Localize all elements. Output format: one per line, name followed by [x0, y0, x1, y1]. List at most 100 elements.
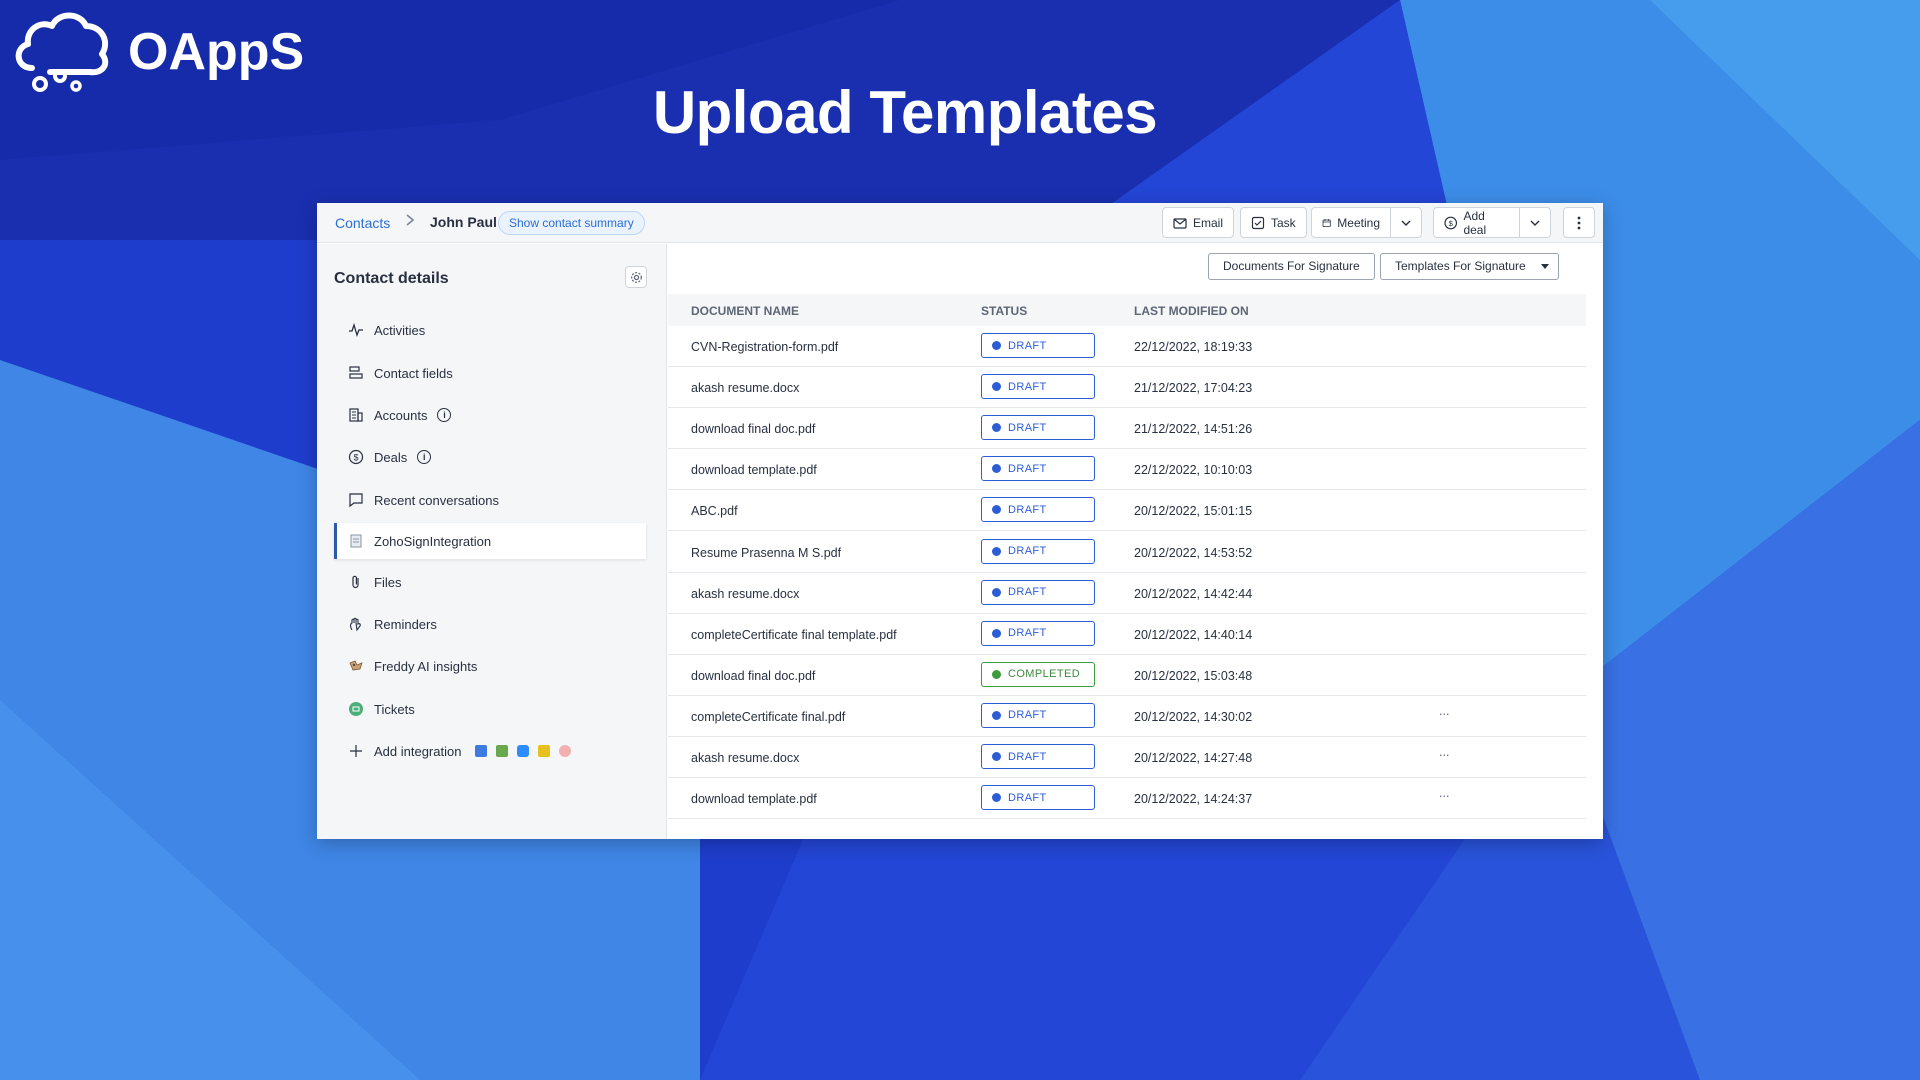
sidebar-item-accounts[interactable]: Accounts i — [334, 397, 646, 433]
table-row[interactable]: download template.pdf DRAFT 22/12/2022, 10… — [668, 449, 1586, 491]
templates-for-signature-button[interactable]: Templates For Signature — [1380, 253, 1559, 280]
sidebar-item-zohosignintegration[interactable]: ZohoSignIntegration — [334, 523, 646, 559]
vertical-dots-icon — [1577, 216, 1581, 229]
document-name[interactable]: CVN-Registration-form.pdf — [691, 340, 838, 354]
status-dot-icon — [992, 628, 1001, 638]
last-modified: 20/12/2022, 14:40:14 — [1134, 627, 1253, 642]
document-name[interactable]: completeCertificate final.pdf — [691, 710, 845, 724]
sidebar-item-freddy-ai-insights[interactable]: Freddy AI insights — [334, 648, 646, 684]
svg-text:$: $ — [353, 453, 358, 463]
sidebar-item-recent-conversations[interactable]: Recent conversations — [334, 482, 646, 518]
paperclip-icon — [347, 574, 364, 591]
table-row[interactable]: akash resume.docx DRAFT 21/12/2022, 17:04:… — [668, 367, 1586, 409]
table-row[interactable]: download final doc.pdf COMPLETED 20/12/202… — [668, 655, 1586, 696]
chevron-down-icon — [1401, 220, 1411, 226]
row-actions-menu[interactable]: ... — [1439, 704, 1449, 718]
meeting-button[interactable]: Meeting — [1311, 207, 1391, 238]
info-icon: i — [437, 408, 452, 422]
add-deal-dropdown-button[interactable] — [1519, 207, 1551, 238]
sidebar-settings-button[interactable] — [625, 266, 647, 288]
column-status: STATUS — [981, 304, 1028, 318]
document-name[interactable]: download template.pdf — [691, 463, 817, 477]
email-button[interactable]: Email — [1162, 207, 1235, 238]
document-name[interactable]: akash resume.docx — [691, 751, 799, 765]
sidebar-item-contact-fields[interactable]: Contact fields — [334, 355, 646, 391]
status-label: DRAFT — [1008, 750, 1047, 763]
sidebar-item-label: Contact fields — [374, 365, 453, 381]
main-panel: Documents For Signature Templates For Si… — [668, 244, 1603, 839]
table-row[interactable]: Resume Prasenna M S.pdf DRAFT 20/12/2022, … — [668, 532, 1586, 573]
zoom-icon — [517, 745, 530, 757]
column-document-name: DOCUMENT NAME — [691, 304, 799, 318]
sidebar-item-reminders[interactable]: Reminders — [334, 606, 646, 642]
shopify-icon — [496, 745, 509, 757]
asana-icon — [559, 745, 572, 757]
status-dot-icon — [992, 505, 1001, 515]
more-options-button[interactable] — [1563, 207, 1595, 238]
calendar-app-icon — [475, 745, 488, 757]
freddy-icon — [347, 658, 364, 675]
document-name[interactable]: download template.pdf — [691, 792, 817, 806]
status-badge: COMPLETED — [981, 661, 1095, 687]
status-label: COMPLETED — [1008, 668, 1081, 681]
document-name[interactable]: download final doc.pdf — [691, 669, 815, 683]
page-title: Upload Templates — [652, 79, 1158, 146]
status-label: DRAFT — [1008, 462, 1047, 475]
status-badge: DRAFT — [981, 456, 1095, 482]
status-dot-icon — [992, 710, 1001, 720]
sidebar-item-tickets[interactable]: Tickets — [334, 691, 646, 727]
document-name[interactable]: completeCertificate final template.pdf — [691, 628, 897, 642]
top-bar: Contacts John Paul Show contact summary … — [317, 203, 1603, 243]
info-icon: i — [417, 450, 432, 464]
breadcrumb-contacts-link[interactable]: Contacts — [335, 215, 390, 231]
table-row[interactable]: download final doc.pdf DRAFT 21/12/2022, 1… — [668, 408, 1586, 450]
status-label: DRAFT — [1008, 503, 1047, 516]
table-row[interactable]: completeCertificate final.pdf DRAFT 20/12/… — [668, 696, 1586, 737]
document-name[interactable]: download final doc.pdf — [691, 422, 815, 436]
dollar-icon: $ — [347, 449, 364, 466]
table-row[interactable]: download template.pdf DRAFT 20/12/2022, 14… — [668, 778, 1586, 820]
download-app-icon — [538, 745, 551, 757]
document-name[interactable]: ABC.pdf — [691, 504, 738, 518]
sidebar-item-activities[interactable]: Activities — [334, 312, 646, 348]
add-deal-button[interactable]: $ Add deal — [1433, 207, 1520, 238]
meeting-button-label: Meeting — [1337, 215, 1380, 230]
last-modified: 20/12/2022, 15:01:15 — [1134, 504, 1253, 519]
row-actions-menu[interactable]: ... — [1439, 786, 1449, 800]
document-name[interactable]: akash resume.docx — [691, 587, 799, 601]
show-contact-summary-button[interactable]: Show contact summary — [498, 211, 645, 235]
status-dot-icon — [992, 382, 1001, 392]
status-badge: DRAFT — [981, 415, 1095, 441]
last-modified: 21/12/2022, 17:04:23 — [1134, 381, 1253, 396]
status-badge: DRAFT — [981, 497, 1095, 523]
hand-icon — [347, 616, 364, 633]
status-dot-icon — [992, 752, 1001, 761]
status-dot-icon — [992, 546, 1001, 556]
calendar-icon — [1322, 218, 1331, 227]
meeting-dropdown-button[interactable] — [1390, 207, 1422, 238]
plus-icon — [347, 743, 364, 760]
last-modified: 22/12/2022, 18:19:33 — [1134, 340, 1253, 354]
gear-icon — [630, 271, 642, 283]
svg-text:$: $ — [1449, 218, 1454, 227]
document-name[interactable]: Resume Prasenna M S.pdf — [691, 546, 841, 560]
sidebar-item-label: Add integration — [374, 743, 462, 759]
table-row[interactable]: completeCertificate final template.pdf DR… — [668, 614, 1586, 655]
sidebar: Contact details Activities Contact field… — [317, 244, 667, 839]
table-row[interactable]: ABC.pdf DRAFT 20/12/2022, 15:01:15 — [668, 490, 1586, 532]
document-name[interactable]: akash resume.docx — [691, 381, 799, 395]
sidebar-item-files[interactable]: Files — [334, 564, 646, 600]
status-badge: DRAFT — [981, 744, 1095, 769]
table-row[interactable]: akash resume.docx DRAFT 20/12/2022, 14:42:… — [668, 573, 1586, 614]
documents-for-signature-button[interactable]: Documents For Signature — [1208, 253, 1375, 280]
last-modified: 22/12/2022, 10:10:03 — [1134, 463, 1253, 478]
integration-icons — [475, 745, 572, 757]
sidebar-item-deals[interactable]: $ Deals i — [334, 439, 646, 475]
status-badge: DRAFT — [981, 620, 1095, 646]
row-actions-menu[interactable]: ... — [1439, 745, 1449, 759]
table-row[interactable]: akash resume.docx DRAFT 20/12/2022, 14:27:… — [668, 737, 1586, 778]
sidebar-item-add-integration[interactable]: Add integration — [334, 733, 646, 769]
table-row[interactable]: CVN-Registration-form.pdf DRAFT 22/12/2022… — [668, 326, 1586, 367]
activity-icon — [347, 322, 364, 339]
task-button[interactable]: Task — [1240, 207, 1307, 238]
